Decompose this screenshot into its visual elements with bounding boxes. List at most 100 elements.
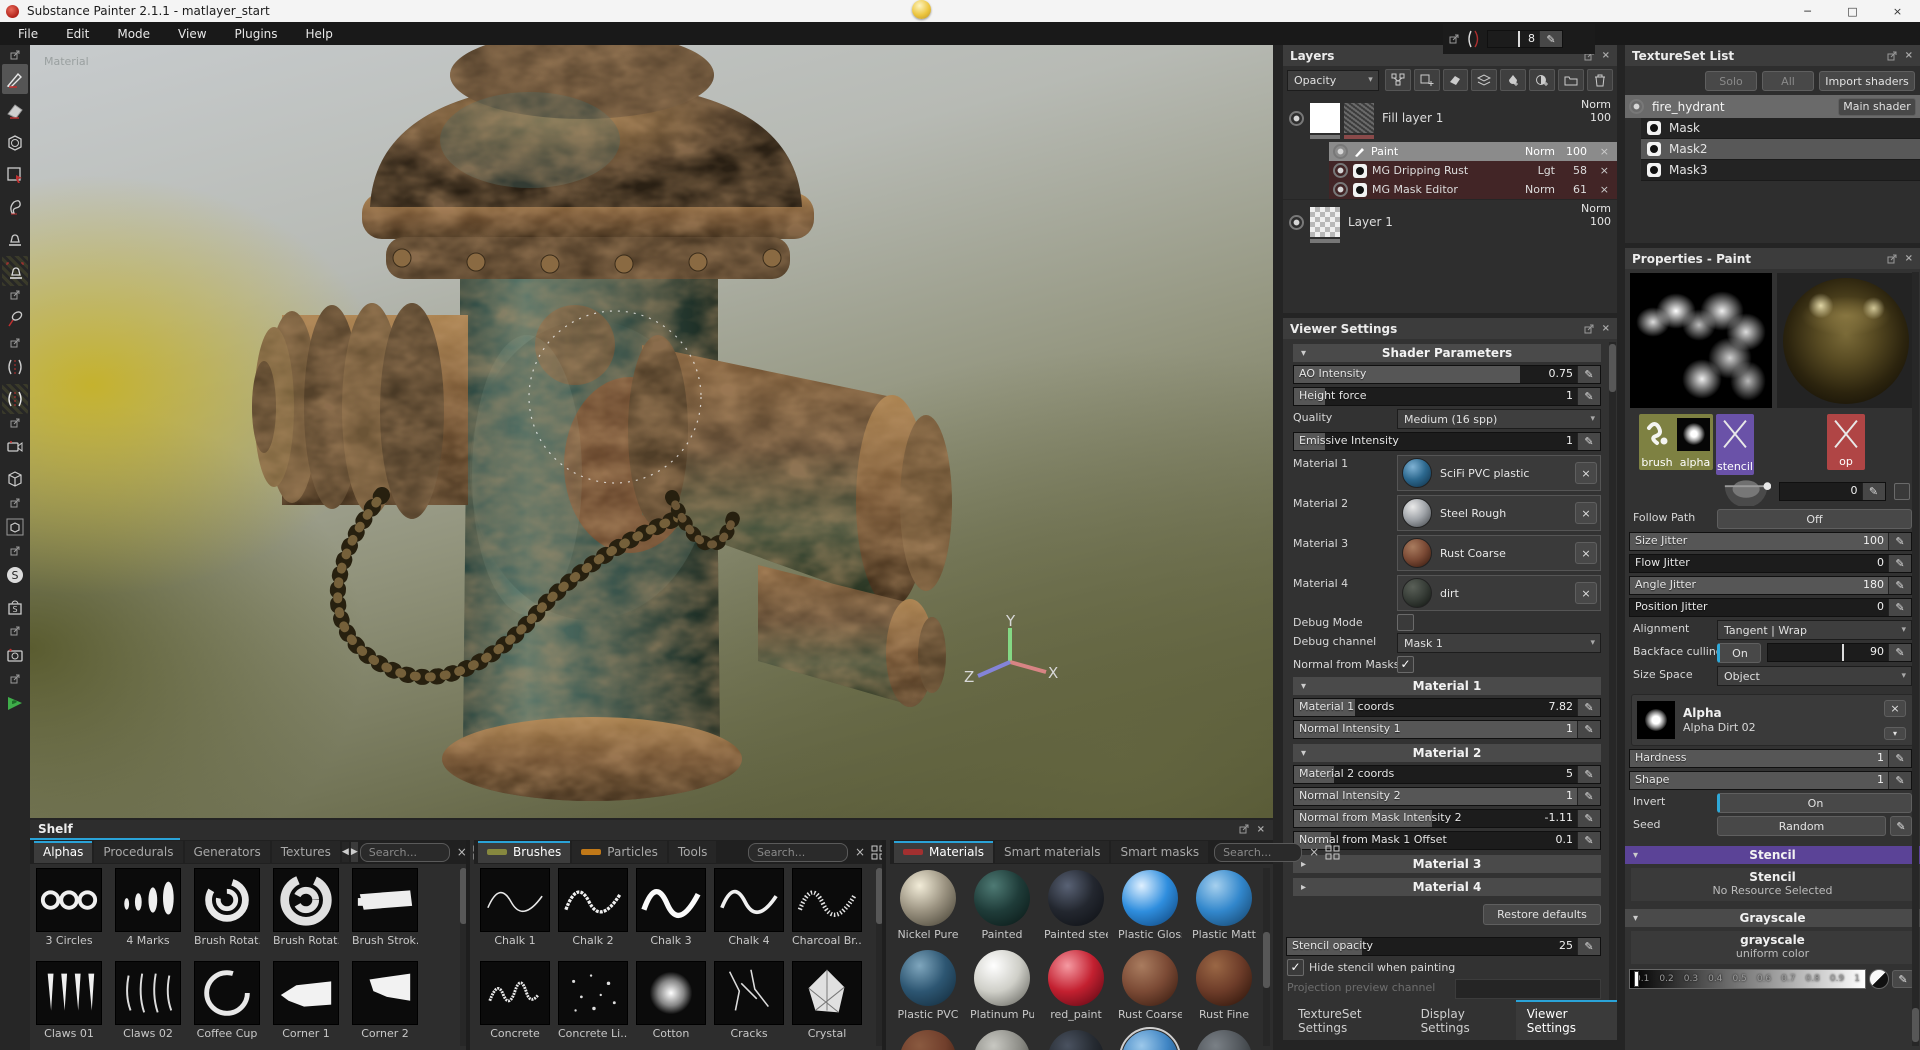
angle-jitter-slider[interactable]: Angle Jitter180✎ (1629, 576, 1912, 595)
edit-pencil-icon[interactable]: ✎ (1577, 433, 1600, 450)
stencil-resource-block[interactable]: Stencil No Resource Selected (1631, 868, 1914, 901)
normal-from-mask-intensity-2-slider[interactable]: Normal from Mask Intensity 2-1.11✎ (1293, 809, 1601, 828)
add-layer-icon[interactable] (1471, 69, 1497, 91)
add-effect-icon[interactable] (1385, 69, 1411, 91)
effect-visibility-icon[interactable] (1333, 144, 1348, 159)
gradient-edit-icon[interactable]: ✎ (1892, 970, 1914, 988)
effect-delete-icon[interactable]: × (1600, 183, 1609, 196)
size-jitter-slider[interactable]: Size Jitter100✎ (1629, 532, 1912, 551)
shelf-tab[interactable]: Smart materials (995, 841, 1109, 863)
material-1-coords-slider[interactable]: Material 1 coords7.82✎ (1293, 698, 1601, 717)
materials-scrollbar[interactable] (1263, 868, 1270, 1046)
seed-edit-icon[interactable]: ✎ (1890, 816, 1912, 836)
hide-stencil-checkbox[interactable]: ✓ (1287, 959, 1304, 976)
edit-pencil-icon[interactable]: ✎ (1888, 533, 1911, 550)
settings-tab[interactable]: Display Settings (1410, 1002, 1514, 1040)
projection-tool-button[interactable] (2, 128, 28, 158)
material-1-section-header[interactable]: ▾Material 1 (1293, 677, 1601, 695)
eraser-icon[interactable] (1443, 69, 1469, 91)
material-resource-tile[interactable] (1044, 1028, 1108, 1050)
substance-share-button[interactable]: S (2, 560, 28, 590)
layer-mask-thumbnail[interactable] (1344, 103, 1374, 133)
material-resource-tile[interactable]: Plastic Gloss... (1118, 868, 1182, 942)
panel-close-icon[interactable]: × (1602, 323, 1610, 334)
seed-random-button[interactable]: Random (1717, 816, 1886, 836)
import-shaders-button[interactable]: Import shaders (1819, 71, 1915, 91)
brush-resource-tile[interactable]: Chalk 3 (636, 868, 706, 955)
edit-pencil-icon[interactable]: ✎ (1862, 483, 1885, 500)
toolbar-popout-icon[interactable] (2, 624, 28, 638)
ao-intensity-slider[interactable]: AO Intensity0.75✎ (1293, 365, 1601, 384)
alpha-resource-block[interactable]: Alpha Alpha Dirt 02 × ▾ (1631, 694, 1914, 746)
tabs-scroll-right-icon[interactable]: ▶ (351, 842, 358, 862)
material-clear-button[interactable]: × (1575, 582, 1597, 604)
gradient-marker[interactable] (1634, 971, 1639, 987)
alpha-resource-tile[interactable]: Coffee Cup (194, 961, 260, 1048)
angle-link-checkbox[interactable] (1894, 483, 1910, 500)
hardness-slider[interactable]: Hardness1✎ (1629, 749, 1912, 768)
clear-search-icon[interactable]: × (1309, 845, 1319, 859)
clear-search-icon[interactable]: × (855, 845, 865, 859)
alpha-resource-tile[interactable]: Claws 02 (115, 961, 181, 1048)
shelf-tab[interactable]: Generators (185, 841, 270, 863)
settings-tab[interactable]: TextureSet Settings (1287, 1002, 1408, 1040)
panel-close-icon[interactable]: × (1602, 50, 1610, 61)
panel-popout-icon[interactable] (1887, 254, 1897, 264)
grayscale-section-header[interactable]: ▾Grayscale (1625, 909, 1920, 927)
edit-pencil-icon[interactable]: ✎ (1888, 644, 1911, 661)
edit-pencil-icon[interactable]: ✎ (1888, 772, 1911, 789)
position-jitter-slider[interactable]: Position Jitter0✎ (1629, 598, 1912, 617)
alpha-resource-tile[interactable]: Brush Rotat... (194, 868, 260, 955)
screenshot-button[interactable] (2, 640, 28, 670)
panel-popout-icon[interactable] (1239, 824, 1249, 834)
settings-tab[interactable]: Viewer Settings (1516, 1000, 1617, 1040)
toolbar-popout-icon[interactable] (2, 48, 28, 62)
effect-row-mg-dripping-rust[interactable]: MG Dripping Rust Lgt 58 × (1329, 161, 1617, 180)
material-resource-tile[interactable]: Rust Coarse (1118, 948, 1182, 1022)
toolbar-popout-icon[interactable] (2, 544, 28, 558)
toolbar-popout-icon[interactable] (2, 496, 28, 510)
alpha-expand-button[interactable]: ▾ (1884, 727, 1906, 740)
environment-preview[interactable] (1777, 273, 1914, 408)
stencil-section-header[interactable]: ▾Stencil (1625, 846, 1920, 864)
channel-row-mask2[interactable]: Mask2 (1641, 139, 1920, 160)
popout-icon[interactable] (1449, 34, 1459, 44)
menu-item[interactable]: Plugins (223, 25, 290, 43)
brush-slot[interactable]: brush alpha (1639, 414, 1713, 470)
material-2-section-header[interactable]: ▾Material 2 (1293, 744, 1601, 762)
edit-pencil-icon[interactable]: ✎ (1577, 938, 1600, 955)
edit-pencil-icon[interactable]: ✎ (1577, 832, 1600, 849)
alignment-dropdown[interactable]: Tangent | Wrap▾ (1717, 620, 1912, 640)
material-resource-tile[interactable] (970, 1028, 1034, 1050)
material-clear-button[interactable]: × (1575, 542, 1597, 564)
edit-pencil-icon[interactable]: ✎ (1539, 31, 1562, 47)
invert-toggle[interactable]: On (1717, 793, 1912, 813)
flow-jitter-slider[interactable]: Flow Jitter0✎ (1629, 554, 1912, 573)
quality-dropdown[interactable]: Medium (16 spp)▾ (1397, 409, 1601, 429)
add-fill-layer-icon[interactable] (1500, 69, 1526, 91)
layer-visibility-icon[interactable] (1289, 111, 1304, 126)
brush-resource-tile[interactable]: Cracks (714, 961, 784, 1048)
normal-intensity-2-slider[interactable]: Normal Intensity 21✎ (1293, 787, 1601, 806)
add-folder-icon[interactable] (1558, 69, 1584, 91)
edit-pencil-icon[interactable]: ✎ (1888, 577, 1911, 594)
alpha-resource-tile[interactable]: 4 Marks (115, 868, 181, 955)
menu-item[interactable]: File (6, 25, 50, 43)
normal-from-masks-checkbox[interactable]: ✓ (1397, 656, 1414, 673)
add-adjustment-icon[interactable] (1529, 69, 1555, 91)
layer-thumbnail[interactable] (1310, 207, 1340, 237)
material-resource-tile[interactable]: Plastic Matt... (1192, 868, 1256, 942)
minimize-button[interactable]: ─ (1785, 0, 1830, 22)
properties-scrollbar[interactable] (1912, 272, 1919, 1046)
backface-culling-toggle[interactable]: On (1717, 643, 1761, 663)
maximize-button[interactable]: □ (1830, 0, 1875, 22)
brush-resource-tile[interactable]: Chalk 4 (714, 868, 784, 955)
brush-resource-tile[interactable]: Concrete Li... (558, 961, 628, 1048)
panel-close-icon[interactable]: × (1905, 50, 1913, 61)
brush-alpha-thumbnail[interactable] (1677, 418, 1710, 451)
material-resource-tile[interactable] (1192, 1028, 1256, 1050)
edit-pencil-icon[interactable]: ✎ (1577, 766, 1600, 783)
alpha-resource-tile[interactable]: Claws 01 (36, 961, 102, 1048)
material-resource-tile[interactable]: Nickel Pure (896, 868, 960, 942)
viewport-3d[interactable]: Material Y X Z (30, 45, 1273, 818)
